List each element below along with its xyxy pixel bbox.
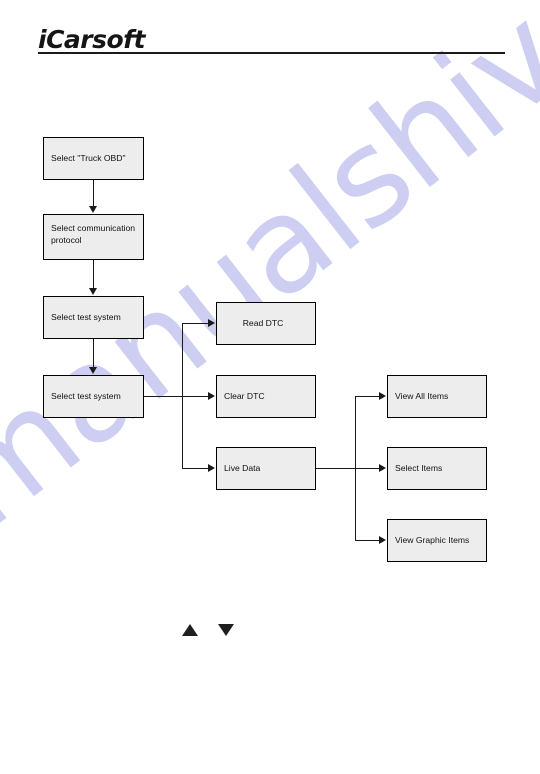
arrowhead-right-select-items bbox=[379, 463, 386, 472]
connector-trunk-to-view-graphic-items bbox=[355, 540, 380, 542]
arrowhead-right-read-dtc bbox=[208, 318, 215, 327]
connector-trunk-to-select-items bbox=[355, 468, 380, 470]
node-label: Clear DTC bbox=[224, 391, 265, 402]
connector-livedata-to-trunk bbox=[316, 468, 355, 470]
node-label: Select "Truck OBD" bbox=[51, 153, 126, 164]
node-live-data[interactable]: Live Data bbox=[216, 447, 316, 490]
node-label: Select Items bbox=[395, 463, 443, 474]
connector-protocol-to-system1 bbox=[93, 260, 95, 289]
arrowhead-right-view-graphic-items bbox=[379, 535, 386, 544]
connector-system1-to-system2 bbox=[93, 339, 95, 368]
header-divider bbox=[38, 52, 505, 54]
node-read-dtc[interactable]: Read DTC bbox=[216, 302, 316, 345]
icarsoft-logo: iCarsoft bbox=[38, 25, 146, 54]
node-select-items[interactable]: Select Items bbox=[387, 447, 487, 490]
arrowhead-down-system1 bbox=[88, 288, 97, 295]
node-view-all-items[interactable]: View All Items bbox=[387, 375, 487, 418]
node-select-protocol[interactable]: Select communication protocol bbox=[43, 214, 144, 260]
arrowhead-right-live-data bbox=[208, 463, 215, 472]
node-label: Live Data bbox=[224, 463, 261, 474]
connector-system2-to-trunk bbox=[144, 396, 182, 398]
node-clear-dtc[interactable]: Clear DTC bbox=[216, 375, 316, 418]
node-label-line2: protocol bbox=[51, 235, 82, 246]
connector-trunk-to-read-dtc bbox=[182, 323, 209, 325]
node-label: Select communication bbox=[51, 223, 136, 233]
node-select-test-system-1[interactable]: Select test system bbox=[43, 296, 144, 339]
node-select-test-system-2[interactable]: Select test system bbox=[43, 375, 144, 418]
arrowhead-right-view-all-items bbox=[379, 391, 386, 400]
connector-trunk-to-clear-dtc bbox=[182, 396, 209, 398]
connector-truckobd-to-protocol bbox=[93, 180, 95, 207]
arrowhead-down-protocol bbox=[88, 206, 97, 213]
node-label: Read DTC bbox=[242, 318, 284, 329]
node-label: Select test system bbox=[51, 312, 121, 323]
connector-trunk-to-live-data bbox=[182, 468, 209, 470]
connector-trunk-to-view-all-items bbox=[355, 396, 380, 398]
arrowhead-right-clear-dtc bbox=[208, 391, 215, 400]
node-label: Select test system bbox=[51, 391, 121, 402]
triangle-up-icon[interactable] bbox=[182, 624, 198, 636]
node-select-truck-obd[interactable]: Select "Truck OBD" bbox=[43, 137, 144, 180]
flowchart: Select "Truck OBD" Select communication … bbox=[0, 0, 540, 774]
node-view-graphic-items[interactable]: View Graphic Items bbox=[387, 519, 487, 562]
arrowhead-down-system2 bbox=[88, 367, 97, 374]
node-label: View All Items bbox=[395, 391, 449, 402]
node-label: View Graphic Items bbox=[395, 535, 470, 546]
triangle-down-icon[interactable] bbox=[218, 624, 234, 636]
document-page: manualshive.com iCarsoft Select "Truck O… bbox=[0, 0, 540, 774]
